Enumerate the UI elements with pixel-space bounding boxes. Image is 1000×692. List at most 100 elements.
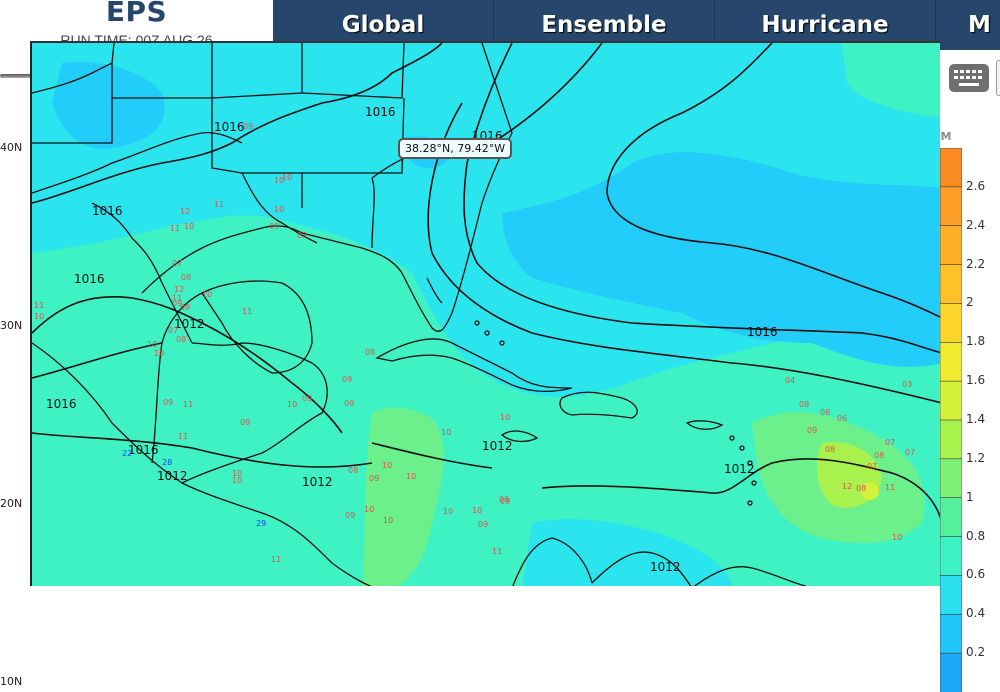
member-low-label: 09 [807, 426, 817, 435]
member-low-label: 10 [406, 472, 416, 481]
member-low-label: 09 [240, 418, 250, 427]
isobar-label: 1012 [174, 317, 205, 331]
member-low-label: 10 [500, 413, 510, 422]
member-high-label: 22 [122, 449, 132, 458]
member-low-label: 06 [837, 414, 847, 423]
colorbar-tick-label: 0.2 [966, 645, 986, 660]
member-low-label: 12 [180, 207, 190, 216]
isobar-label: 1016 [214, 120, 245, 134]
member-low-label: 10 [34, 312, 44, 321]
member-low-label: 07 [172, 259, 182, 268]
member-low-label: 10 [383, 516, 393, 525]
colorbar-tick-label: 1.4 [966, 412, 986, 426]
colorbar-tick-label: 0.8 [966, 528, 986, 543]
member-low-label: 08 [874, 451, 884, 460]
member-low-label: 09 [369, 474, 379, 483]
colorbar-segment [940, 341, 962, 382]
member-low-label: 10 [202, 290, 212, 299]
lat-label-40n: 40N [0, 141, 23, 154]
colorbar-tick-label: 1.6 [966, 373, 986, 388]
member-low-label: 07 [168, 326, 178, 335]
member-low-label: 08 [799, 400, 809, 409]
colorbar-segment [940, 497, 962, 538]
member-low-label: 09 [344, 399, 354, 408]
colorbar-segment [940, 303, 962, 344]
colorbar-tick-label: 2.6 [966, 178, 986, 193]
colorbar-segment [940, 575, 962, 616]
isobar-label: 1016 [74, 272, 105, 286]
isobar-label: 1012 [650, 560, 681, 574]
member-low-label: 09 [269, 222, 279, 231]
isobar-label: 1016 [365, 105, 396, 119]
model-title[interactable]: EPS [0, 0, 273, 26]
member-low-label: 09 [345, 511, 355, 520]
isobar-label: 1016 [92, 204, 123, 218]
colorbar-tick-label: 0.6 [966, 567, 986, 582]
member-low-label: 10 [472, 506, 482, 515]
member-low-label: 11 [178, 432, 188, 441]
member-low-label: 10 [282, 173, 292, 182]
colorbar-segment [940, 186, 962, 227]
member-low-label: 04 [785, 376, 795, 385]
colorbar-tick-label: 1.2 [966, 450, 986, 465]
colorbar-tick-label: 2.4 [966, 217, 986, 232]
isobar-label: 1016 [128, 443, 159, 457]
keyboard-icon[interactable] [948, 62, 990, 94]
isobar-label: 1012 [724, 462, 755, 476]
member-low-label: 12 [842, 482, 852, 491]
member-low-label: 09 [163, 398, 173, 407]
colorbar-tick-label: 2 [966, 295, 974, 310]
colorbar-segment [940, 652, 962, 692]
member-low-label: 08 [181, 273, 191, 282]
member-low-label: 10 [441, 428, 451, 437]
member-low-label: 11 [492, 547, 502, 556]
isobar-label: 1016 [46, 397, 77, 411]
isobar-label: 1012 [302, 475, 333, 489]
member-low-label: 09 [172, 299, 182, 308]
member-low-label: 11 [183, 400, 193, 409]
member-low-label: 03 [902, 380, 912, 389]
isobar-label: 1012 [157, 469, 188, 483]
colorbar-segment [940, 380, 962, 421]
member-low-label: 08 [176, 335, 186, 344]
member-low-label: 10 [287, 400, 297, 409]
member-low-label: 11 [885, 483, 895, 492]
nav-tab-more[interactable]: M [936, 0, 1000, 50]
member-low-label: 10 [147, 340, 157, 349]
member-low-label: 09 [499, 495, 509, 504]
member-low-label: 08 [348, 466, 358, 475]
colorbar-segment [940, 613, 962, 654]
lat-label-10n: 10N [0, 675, 23, 688]
map-canvas[interactable]: 1016 1016 1016 1016 1016 1016 1016 1016 … [32, 43, 940, 586]
overflow-button[interactable] [996, 60, 1000, 96]
colorbar-segment [940, 264, 962, 305]
member-low-label: 11 [271, 555, 281, 564]
colorbar-segment [940, 148, 962, 188]
member-low-label: 08 [825, 445, 835, 454]
member-low-label: 10 [892, 533, 902, 542]
member-low-label: 06 [820, 408, 830, 417]
forecast-map[interactable]: 1016 1016 1016 1016 1016 1016 1016 1016 … [30, 41, 940, 586]
colorbar-tick-label: 1.8 [966, 334, 986, 349]
member-low-label: 07 [905, 448, 915, 457]
member-low-label: 07 [867, 462, 877, 471]
colorbar-tick-label: 0.4 [966, 606, 986, 621]
member-high-label: 28 [162, 458, 172, 467]
member-low-label: 10 [232, 476, 242, 485]
member-low-label: 10 [443, 507, 453, 516]
member-low-label: 11 [170, 224, 180, 233]
colorbar-segment [940, 458, 962, 499]
spread-colorbar [940, 148, 962, 692]
member-low-label: 09 [243, 122, 253, 131]
coordinate-tooltip: 38.28°N, 79.42°W [398, 138, 513, 159]
member-low-label: 11 [34, 301, 44, 310]
member-low-label: 10 [154, 349, 164, 358]
member-low-label: 11 [214, 200, 224, 209]
member-low-label: 07 [885, 438, 895, 447]
member-low-label: 10 [364, 505, 374, 514]
member-low-label: 11 [242, 307, 252, 316]
colorbar-segment [940, 225, 962, 266]
member-low-label: 09 [342, 375, 352, 384]
member-low-label: 03 [297, 231, 307, 240]
colorbar-tick-label: 1 [966, 489, 974, 504]
